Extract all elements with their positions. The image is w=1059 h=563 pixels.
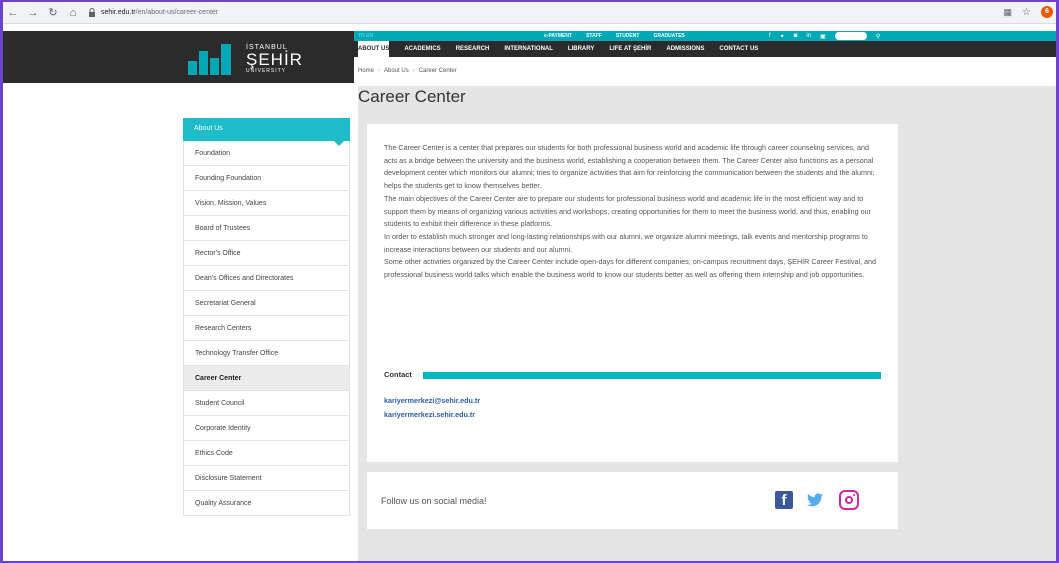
twitter-icon[interactable]: ✦ bbox=[780, 33, 785, 40]
sidebar-item-board[interactable]: Board of Trustees bbox=[183, 216, 350, 241]
top-link-epayment[interactable]: e-PAYMENT bbox=[544, 33, 572, 39]
instagram-lens bbox=[845, 496, 853, 504]
university-wordmark: İSTANBUL ŞEHİR UNIVERSITY bbox=[246, 44, 303, 74]
nav-library[interactable]: LIBRARY bbox=[568, 46, 594, 52]
main-navigation: ABOUT US ACADEMICS RESEARCH INTERNATIONA… bbox=[354, 41, 1056, 57]
sidebar-item-ethics-code[interactable]: Ethics Code bbox=[183, 441, 350, 466]
sidebar-item-quality-assurance[interactable]: Quality Assurance bbox=[183, 491, 350, 516]
youtube-icon[interactable]: ▣ bbox=[820, 33, 826, 40]
bookmark-star-icon[interactable]: ☆ bbox=[1022, 7, 1031, 18]
nav-about-us[interactable]: ABOUT US bbox=[358, 41, 390, 57]
follow-text: Follow us on social media! bbox=[381, 496, 487, 506]
facebook-icon[interactable]: f bbox=[769, 33, 771, 39]
url-host: sehir.edu.tr bbox=[101, 9, 136, 16]
sidebar-heading-label: About Us bbox=[194, 125, 223, 132]
top-link-staff[interactable]: STAFF bbox=[586, 33, 602, 39]
linkedin-icon[interactable]: in bbox=[806, 33, 811, 39]
instagram-icon[interactable]: ◙ bbox=[794, 33, 798, 39]
article-body: The Career Center is a center that prepa… bbox=[384, 142, 884, 282]
breadcrumb-separator: › bbox=[412, 68, 415, 74]
contact-heading: Contact bbox=[384, 370, 412, 379]
breadcrumb-about-us[interactable]: About Us bbox=[384, 68, 409, 74]
search-icon[interactable]: ⚲ bbox=[876, 33, 880, 40]
twitter-icon[interactable] bbox=[807, 493, 823, 507]
contact-website-link[interactable]: kariyermerkezi.sehir.edu.tr bbox=[384, 410, 475, 419]
nav-admissions[interactable]: ADMISSIONS bbox=[666, 46, 704, 52]
nav-international[interactable]: INTERNATIONAL bbox=[504, 46, 553, 52]
lock-icon bbox=[89, 8, 95, 17]
sidebar-menu: About Us Foundation Founding Foundation … bbox=[183, 118, 350, 516]
extension-icon[interactable]: ▦ bbox=[1004, 7, 1013, 18]
sidebar-heading[interactable]: About Us bbox=[183, 118, 350, 146]
reload-icon[interactable]: ↻ bbox=[46, 6, 60, 20]
sidebar-item-technology-transfer[interactable]: Technology Transfer Office bbox=[183, 341, 350, 366]
sidebar-item-rectors-office[interactable]: Rector's Office bbox=[183, 241, 350, 266]
logo-line-2: ŞEHİR bbox=[246, 50, 303, 69]
paragraph: The main objectives of the Career Center… bbox=[384, 193, 872, 229]
nav-contact-us[interactable]: CONTACT US bbox=[719, 46, 758, 52]
mysehir-button[interactable]: my.sehir bbox=[834, 32, 867, 40]
url-path: /en/about-us/career-center bbox=[135, 9, 219, 16]
nav-life-at-sehir[interactable]: LIFE AT ŞEHİR bbox=[609, 46, 651, 52]
utility-bar: TR EN e-PAYMENT STAFF STUDENT GRADUATES … bbox=[354, 31, 1056, 41]
contact-email-link[interactable]: kariyermerkezi@sehir.edu.tr bbox=[384, 396, 480, 405]
breadcrumb-separator: › bbox=[378, 68, 381, 74]
sidebar-item-secretariat[interactable]: Secretariat General bbox=[183, 291, 350, 316]
sidebar-item-career-center[interactable]: Career Center bbox=[183, 366, 350, 391]
contact-divider bbox=[423, 372, 881, 379]
forward-icon[interactable]: → bbox=[26, 6, 40, 20]
sidebar-item-vision[interactable]: Vision, Mission, Values bbox=[183, 191, 350, 216]
home-icon[interactable]: ⌂ bbox=[66, 6, 80, 20]
top-link-student[interactable]: STUDENT bbox=[616, 33, 640, 39]
sidebar-item-research-centers[interactable]: Research Centers bbox=[183, 316, 350, 341]
breadcrumb: Home › About Us › Career Center bbox=[358, 68, 457, 74]
address-bar[interactable]: sehir.edu.tr/en/about-us/career-center bbox=[88, 4, 1048, 22]
profile-avatar[interactable]: 6 bbox=[1041, 6, 1053, 18]
site-header: İSTANBUL ŞEHİR UNIVERSITY TR EN e-PAYMEN… bbox=[3, 24, 1056, 86]
facebook-icon[interactable]: f bbox=[775, 491, 793, 509]
sidebar-item-foundation[interactable]: Foundation bbox=[183, 141, 350, 166]
sidebar-item-student-council[interactable]: Student Council bbox=[183, 391, 350, 416]
instagram-dot bbox=[853, 494, 855, 496]
paragraph: The Career Center is a center that prepa… bbox=[384, 143, 875, 191]
top-link-graduates[interactable]: GRADUATES bbox=[653, 33, 684, 39]
language-switch[interactable]: TR EN bbox=[358, 33, 373, 39]
sidebar-item-disclosure[interactable]: Disclosure Statement bbox=[183, 466, 350, 491]
breadcrumb-current: Career Center bbox=[418, 68, 457, 74]
university-logo-icon bbox=[188, 44, 231, 75]
paragraph: In order to establish much stronger and … bbox=[384, 231, 868, 254]
article-card: The Career Center is a center that prepa… bbox=[367, 124, 898, 462]
sidebar-item-corporate-identity[interactable]: Corporate Identity bbox=[183, 416, 350, 441]
back-icon[interactable]: ← bbox=[6, 6, 20, 20]
nav-research[interactable]: RESEARCH bbox=[456, 46, 490, 52]
logo-panel[interactable]: İSTANBUL ŞEHİR UNIVERSITY bbox=[3, 31, 354, 83]
follow-card: Follow us on social media! f bbox=[367, 472, 898, 529]
sidebar-item-deans-offices[interactable]: Dean's Offices and Directorates bbox=[183, 266, 350, 291]
sidebar-item-founding-foundation[interactable]: Founding Foundation bbox=[183, 166, 350, 191]
url-text: sehir.edu.tr/en/about-us/career-center bbox=[101, 9, 218, 16]
instagram-icon[interactable] bbox=[839, 490, 859, 510]
sidebar-notch bbox=[334, 141, 344, 146]
breadcrumb-home[interactable]: Home bbox=[358, 68, 374, 74]
nav-academics[interactable]: ACADEMICS bbox=[404, 46, 440, 52]
page-title: Career Center bbox=[358, 87, 466, 106]
paragraph: Some other activities organized by the C… bbox=[384, 257, 877, 280]
browser-toolbar: ← → ↻ ⌂ sehir.edu.tr/en/about-us/career-… bbox=[0, 0, 1059, 24]
